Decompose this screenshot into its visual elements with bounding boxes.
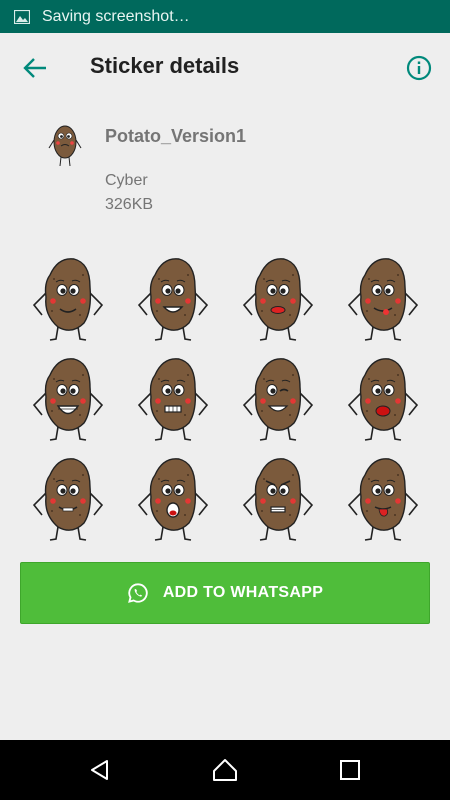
nav-recents-button[interactable] (330, 755, 370, 785)
potato-sticker-art (347, 458, 418, 541)
recents-square-icon (340, 760, 360, 780)
image-icon (14, 9, 30, 24)
potato-sticker-art (242, 358, 313, 441)
sticker-teeth[interactable] (120, 348, 225, 448)
sticker-angry[interactable] (225, 448, 330, 548)
potato-sticker-art (137, 358, 208, 441)
potato-sticker-art (347, 358, 418, 441)
sticker-tongue-out[interactable] (330, 348, 435, 448)
page-title: Sticker details (90, 53, 240, 78)
add-to-whatsapp-button[interactable]: ADD TO WHATSAPP (20, 562, 430, 624)
sticker-grin[interactable] (120, 248, 225, 348)
potato-sticker-art (242, 458, 313, 541)
sticker-big-grin[interactable] (15, 348, 120, 448)
pack-header: Potato_Version1 Cyber 326KB (0, 110, 450, 230)
back-triangle-icon (91, 760, 108, 780)
info-button[interactable] (404, 53, 434, 83)
nav-home-button[interactable] (205, 755, 245, 785)
whatsapp-icon (127, 583, 148, 603)
potato-sticker-art (137, 458, 208, 541)
sticker-wink[interactable] (225, 348, 330, 448)
pack-name: Potato_Version1 (105, 126, 247, 146)
potato-sticker-art (242, 258, 313, 341)
potato-tray-icon (48, 125, 82, 167)
navigation-bar (0, 740, 450, 800)
sticker-tongue-smile[interactable] (330, 248, 435, 348)
home-icon (213, 759, 237, 781)
status-notification-text: Saving screenshot… (42, 7, 190, 25)
potato-sticker-art (137, 258, 208, 341)
pack-size: 326KB (105, 196, 154, 213)
sticker-teeth-smile[interactable] (15, 448, 120, 548)
nav-back-button[interactable] (80, 755, 120, 785)
potato-sticker-art (347, 258, 418, 341)
sticker-grid (15, 248, 435, 548)
potato-sticker-art (32, 258, 103, 341)
status-bar: Saving screenshot… (0, 0, 450, 33)
sticker-smile[interactable] (15, 248, 120, 348)
sticker-raspberry[interactable] (330, 448, 435, 548)
potato-sticker-art (32, 358, 103, 441)
potato-sticker-art (32, 458, 103, 541)
app-bar: Sticker details (0, 33, 450, 103)
info-icon (406, 55, 432, 81)
add-to-whatsapp-label: ADD TO WHATSAPP (162, 584, 324, 601)
sticker-lips[interactable] (225, 248, 330, 348)
pack-publisher: Cyber (105, 172, 148, 189)
back-button[interactable] (18, 53, 52, 83)
sticker-shout[interactable] (120, 448, 225, 548)
arrow-back-icon (23, 58, 46, 78)
